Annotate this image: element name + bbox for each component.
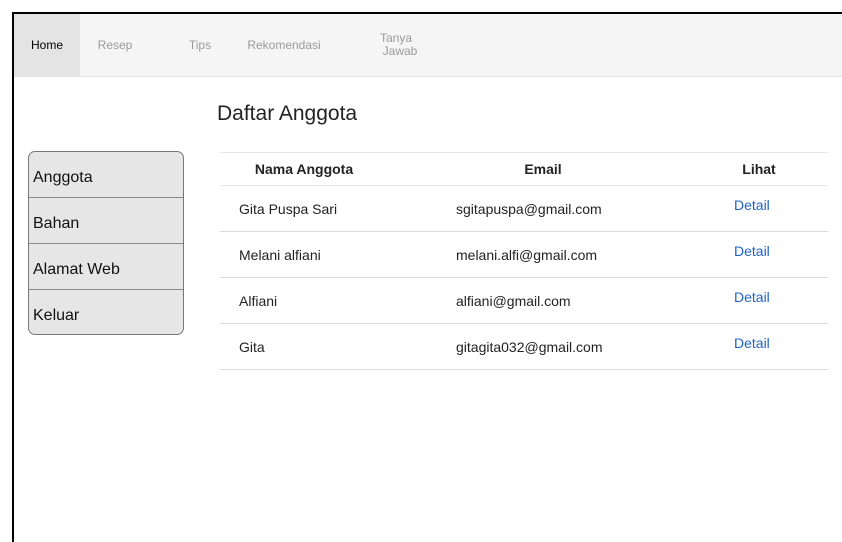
members-table: Nama Anggota Email Lihat Gita Puspa Sari… — [220, 152, 828, 370]
tab-tanya-jawab[interactable]: Tanya Jawab — [366, 14, 426, 76]
app-window: Home Resep Tips Rekomendasi Tanya Jawab … — [12, 12, 842, 542]
sidebar-item-label: Bahan — [33, 214, 80, 232]
detail-link[interactable]: Detail — [734, 320, 770, 365]
table-row: Gita gitagita032@gmail.com Detail — [220, 324, 828, 370]
tab-home[interactable]: Home — [14, 14, 80, 76]
table-row: Melani alfiani melani.alfi@gmail.com Det… — [220, 232, 828, 278]
member-email: gitagita032@gmail.com — [456, 338, 603, 355]
member-email: melani.alfi@gmail.com — [456, 246, 598, 263]
page-title: Daftar Anggota — [217, 102, 358, 125]
member-email: alfiani@gmail.com — [456, 292, 571, 309]
sidebar-item-bahan[interactable]: Bahan — [29, 198, 183, 244]
detail-link[interactable]: Detail — [734, 228, 770, 273]
sidebar-item-label: Alamat Web — [33, 260, 120, 278]
header-email: Email — [524, 161, 562, 177]
sidebar-item-label: Keluar — [33, 307, 80, 324]
sidebar-menu: Anggota Bahan Alamat Web Keluar — [28, 151, 184, 335]
table-row: Gita Puspa Sari sgitapuspa@gmail.com Det… — [220, 186, 828, 232]
header-lihat: Lihat — [742, 161, 776, 177]
member-name: Alfiani — [239, 292, 278, 309]
table-row: Alfiani alfiani@gmail.com Detail — [220, 278, 828, 324]
top-navigation: Home Resep Tips Rekomendasi Tanya Jawab — [14, 14, 842, 77]
sidebar-item-keluar[interactable]: Keluar — [29, 290, 183, 334]
tab-home-label: Home — [30, 37, 63, 52]
tab-resep-label: Resep — [97, 37, 133, 52]
tab-tips-label: Tips — [188, 37, 212, 52]
detail-link[interactable]: Detail — [734, 274, 770, 319]
sidebar-item-alamat-web[interactable]: Alamat Web — [29, 244, 183, 290]
member-email: sgitapuspa@gmail.com — [456, 200, 602, 217]
tab-jawab-label: Jawab — [382, 44, 418, 58]
sidebar-item-anggota[interactable]: Anggota — [29, 152, 183, 198]
member-name: Melani alfiani — [239, 246, 321, 263]
member-name: Gita — [239, 338, 265, 355]
member-name: Gita Puspa Sari — [239, 200, 338, 217]
tab-rekomendasi[interactable]: Rekomendasi — [222, 14, 346, 76]
header-nama-anggota: Nama Anggota — [254, 161, 354, 177]
sidebar-item-label: Anggota — [33, 168, 93, 186]
tab-tips[interactable]: Tips — [178, 14, 222, 76]
tab-rekomendasi-label: Rekomendasi — [247, 37, 321, 52]
table-header: Nama Anggota Email Lihat — [220, 152, 828, 186]
detail-link[interactable]: Detail — [734, 182, 770, 227]
tab-resep[interactable]: Resep — [80, 14, 150, 76]
